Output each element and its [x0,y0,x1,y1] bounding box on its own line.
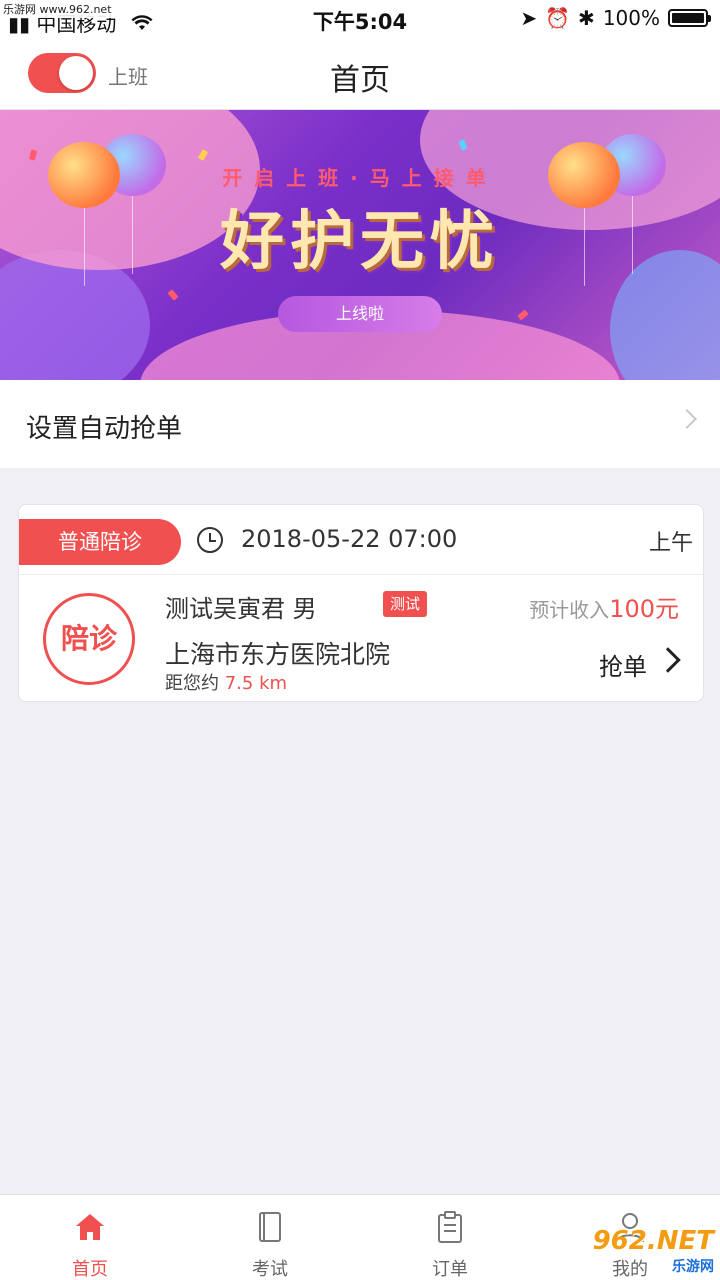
service-type-tag: 普通陪诊 [19,519,181,565]
tab-exam[interactable]: 考试 [180,1195,360,1280]
banner-subtitle: 开启上班·马上接单 [222,166,498,190]
watermark-top: 乐游网 www.962.net [0,0,115,18]
order-datetime: 2018-05-22 07:00 [241,525,458,553]
order-period: 上午 [648,531,693,556]
banner-title: 好护无忧 [220,205,500,279]
distance: 距您约 7.5 km [165,669,287,695]
distance-label: 距您约 [165,673,219,694]
tab-bar: 首页 考试 订单 我的 962.NET 乐游网 [0,1194,720,1280]
watermark-big: 962.NET [592,1226,714,1256]
auto-grab-setting-row[interactable]: 设置自动抢单 [0,380,720,468]
alarm-icon: ⏰ [545,6,571,30]
income-label: 预计收入 [529,598,610,622]
tab-label: 首页 [72,1259,108,1280]
battery-icon [668,9,711,27]
chevron-right-icon[interactable] [655,647,681,673]
distance-value: 7.5 km [224,673,288,694]
income-amount: 100元 [609,595,679,623]
tab-home[interactable]: 首页 [0,1195,180,1280]
tab-label: 考试 [252,1259,288,1280]
clipboard-icon [438,1211,462,1243]
watermark-bottom: 962.NET 乐游网 [593,1226,714,1276]
expected-income: 预计收入100元 [529,589,679,624]
location-icon: ➤ [520,6,538,30]
patient-info: 测试吴寅君 男 [165,595,317,623]
service-badge: 陪诊 [43,593,135,685]
promo-banner[interactable]: 开启上班·马上接单 好护无忧 上线啦 [0,110,720,380]
grab-order-button[interactable]: 抢单 [599,647,647,682]
watermark-small: 乐游网 [672,1259,714,1275]
home-icon [76,1214,104,1240]
tab-orders[interactable]: 订单 [360,1195,540,1280]
order-card-header: 普通陪诊 2018-05-22 07:00 上午 [19,505,703,575]
hospital-name: 上海市东方医院北院 [165,640,391,669]
status-bar: ▮▮ 中国移动 下午5:04 ➤ ⏰ ✱ 100% 乐游网 www.962.ne… [0,0,720,38]
nav-bar: 上班 首页 [0,38,720,110]
book-icon [259,1212,281,1242]
battery-percent: 100% [602,6,660,30]
chevron-right-icon [677,409,697,429]
order-card[interactable]: 普通陪诊 2018-05-22 07:00 上午 陪诊 测试吴寅君 男 测试 预… [18,504,704,702]
bluetooth-icon: ✱ [578,6,595,30]
banner-pill: 上线啦 [278,296,442,332]
auto-grab-label: 设置自动抢单 [26,414,183,444]
status-right: ➤ ⏰ ✱ 100% [520,6,711,30]
tab-label: 订单 [432,1259,468,1280]
test-tag: 测试 [383,591,428,617]
confetti [517,309,529,321]
page-title: 首页 [330,63,390,98]
confetti [167,289,179,301]
clock-icon [197,527,223,553]
